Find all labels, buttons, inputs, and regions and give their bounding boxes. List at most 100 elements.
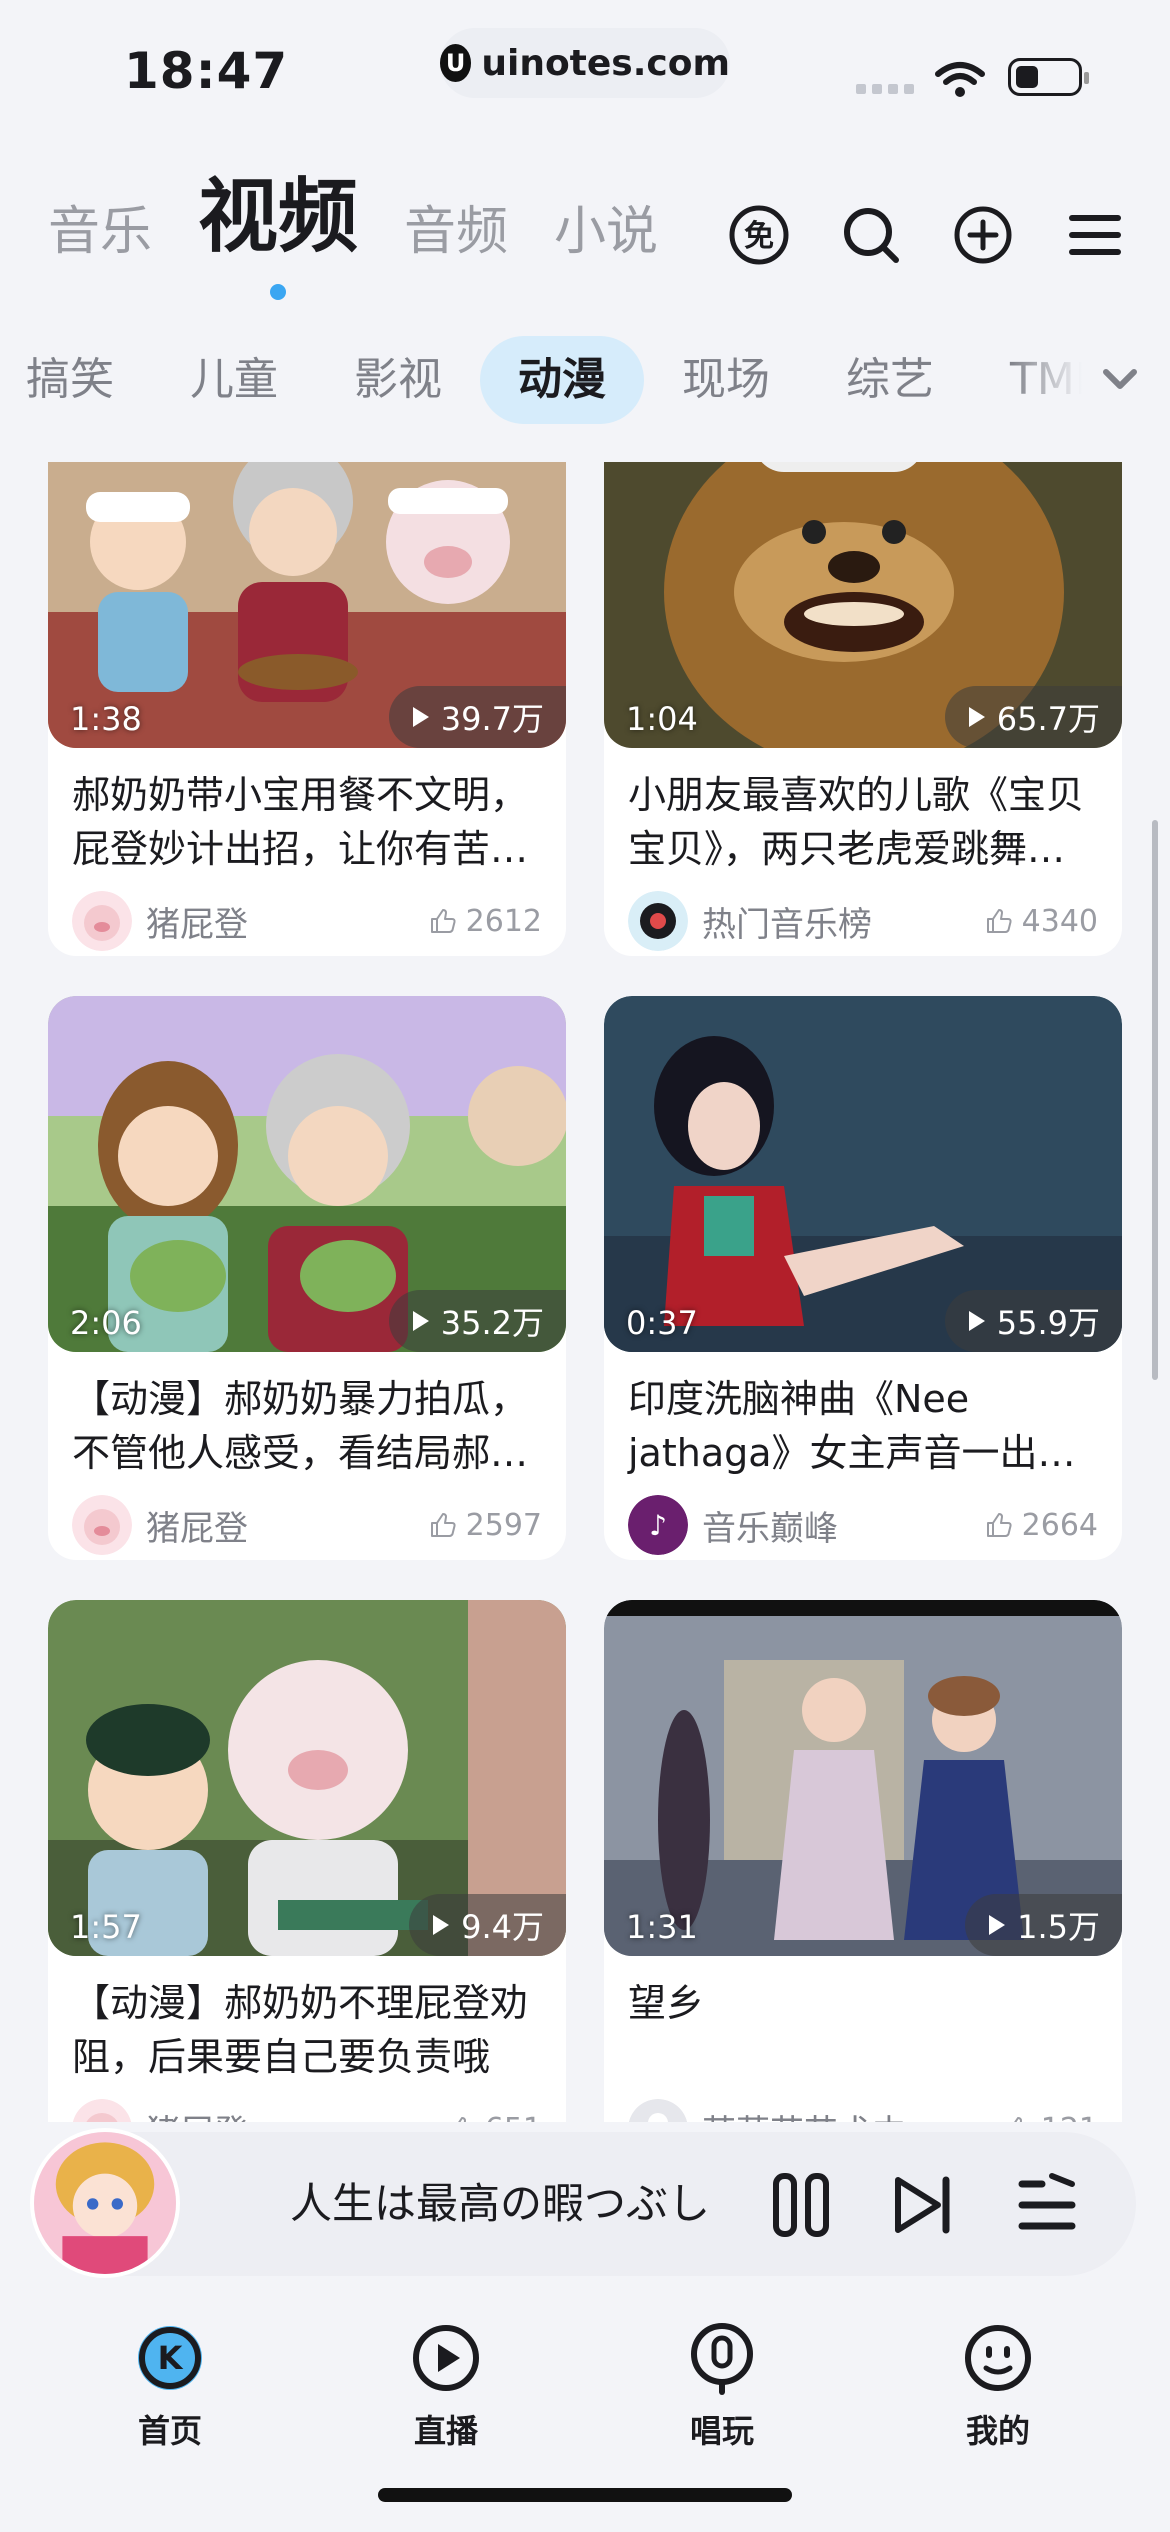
mic-icon — [691, 2323, 753, 2395]
author-avatar[interactable]: ♪ — [628, 1495, 688, 1555]
video-card[interactable]: 2:06 35.2万 【动漫】郝奶奶暴力拍瓜，不管他人感受，看结局郝… 猪屁登 … — [48, 996, 566, 1560]
play-icon — [412, 707, 429, 727]
play-icon — [433, 1915, 450, 1935]
video-thumbnail[interactable]: 1:57 9.4万 — [48, 1600, 566, 1956]
free-icon[interactable]: 免 — [728, 204, 790, 266]
video-thumbnail[interactable]: 2:06 35.2万 — [48, 996, 566, 1352]
author-name[interactable]: 猪屁登 — [146, 897, 428, 946]
battery-icon — [1008, 58, 1089, 96]
view-count: 35.2万 — [440, 1304, 544, 1342]
nav-sing[interactable]: 唱玩 — [642, 2320, 802, 2452]
author-name[interactable]: 猪屁登 — [146, 1501, 428, 1550]
add-icon[interactable] — [952, 204, 1014, 266]
play-icon — [968, 1311, 985, 1331]
home-k-icon: K — [138, 2326, 202, 2390]
search-icon[interactable] — [840, 204, 902, 266]
like-count[interactable]: 651 — [447, 2112, 542, 2123]
nav-profile[interactable]: 我的 — [918, 2320, 1078, 2452]
view-count-badge: 65.7万 — [944, 686, 1122, 748]
thumbs-up-icon — [986, 909, 1012, 933]
video-title[interactable]: 望乡 — [604, 1956, 1122, 2084]
like-count[interactable]: 121 — [1003, 2112, 1098, 2122]
next-track-icon[interactable] — [888, 2170, 958, 2240]
view-count-badge: 1.5万 — [965, 1894, 1122, 1956]
like-count[interactable]: 2664 — [984, 1508, 1098, 1543]
category-chip[interactable]: 影视 — [316, 336, 480, 424]
tab-music[interactable]: 音乐 — [48, 189, 152, 300]
top-icon-group: 免 — [728, 204, 1126, 266]
view-count-badge: 9.4万 — [409, 1894, 566, 1956]
video-thumbnail[interactable]: 1:04 65.7万 — [604, 462, 1122, 748]
chevron-down-icon[interactable] — [1092, 352, 1148, 408]
video-duration: 1:57 — [70, 1908, 142, 1946]
thumbs-up-icon — [1013, 2117, 1022, 2122]
video-meta: 茉莉花艺术中… 121 — [604, 2084, 1122, 2122]
top-tab-bar: 音乐 视频 音频 小说 — [48, 170, 658, 300]
view-count-badge: 39.7万 — [388, 686, 566, 748]
video-title[interactable]: 印度洗脑神曲《Nee jathaga》女主声音一出… — [604, 1352, 1122, 1480]
video-meta: ♪ 音乐巅峰 2664 — [604, 1480, 1122, 1560]
play-icon — [968, 707, 985, 727]
category-bar: 搞笑 儿童 影视 动漫 现场 综艺 TME — [0, 330, 1170, 430]
author-avatar[interactable] — [628, 891, 688, 951]
bottom-nav: K 首页 直播 唱玩 我的 — [0, 2300, 1170, 2490]
like-count[interactable]: 2612 — [428, 904, 542, 939]
video-thumbnail[interactable]: 1:38 39.7万 — [48, 462, 566, 748]
url-pill[interactable]: U uinotes.com — [440, 28, 730, 98]
like-count-value: 651 — [485, 2112, 542, 2123]
author-name[interactable]: 热门音乐榜 — [702, 897, 984, 946]
video-card[interactable]: 1:38 39.7万 郝奶奶带小宝用餐不文明，屁登妙计出招，让你有苦… 猪屁登 … — [48, 462, 566, 956]
video-title[interactable]: 郝奶奶带小宝用餐不文明，屁登妙计出招，让你有苦… — [48, 748, 566, 876]
video-title[interactable]: 【动漫】郝奶奶不理屁登劝阻，后果要自己要负责哦 — [48, 1956, 566, 2084]
nav-home[interactable]: K 首页 — [90, 2320, 250, 2452]
menu-icon[interactable] — [1064, 204, 1126, 266]
video-card[interactable]: 1:57 9.4万 【动漫】郝奶奶不理屁登劝阻，后果要自己要负责哦 猪屁登 65… — [48, 1600, 566, 2122]
author-avatar[interactable] — [72, 891, 132, 951]
video-title[interactable]: 【动漫】郝奶奶暴力拍瓜，不管他人感受，看结局郝… — [48, 1352, 566, 1480]
video-title[interactable]: 小朋友最喜欢的儿歌《宝贝宝贝》，两只老虎爱跳舞… — [604, 748, 1122, 876]
category-chip-active[interactable]: 动漫 — [480, 336, 644, 424]
now-playing-title[interactable]: 人生は最高の暇つぶし — [290, 2170, 710, 2231]
author-avatar[interactable] — [72, 2099, 132, 2122]
home-indicator[interactable] — [378, 2488, 792, 2502]
tab-audio[interactable]: 音频 — [404, 189, 508, 300]
category-chip[interactable]: 儿童 — [152, 336, 316, 424]
tab-novel[interactable]: 小说 — [554, 189, 658, 300]
video-card[interactable]: 1:31 1.5万 望乡 茉莉花艺术中… 121 — [604, 1600, 1122, 2122]
video-duration: 0:37 — [626, 1304, 698, 1342]
like-count-value: 2664 — [1021, 1507, 1098, 1543]
video-card[interactable]: 1:04 65.7万 小朋友最喜欢的儿歌《宝贝宝贝》，两只老虎爱跳舞… 热门音乐… — [604, 462, 1122, 956]
video-duration: 1:38 — [70, 700, 142, 738]
like-count[interactable]: 4340 — [984, 904, 1098, 939]
author-name[interactable]: 茉莉花艺术中… — [702, 2105, 1003, 2123]
category-row: 搞笑 儿童 影视 动漫 现场 综艺 TME — [0, 330, 1141, 430]
author-name[interactable]: 音乐巅峰 — [702, 1501, 984, 1550]
svg-text:♪: ♪ — [649, 1509, 667, 1542]
author-avatar[interactable] — [628, 2099, 688, 2122]
thumbs-up-icon — [430, 909, 456, 933]
video-thumbnail[interactable]: 1:31 1.5万 — [604, 1600, 1122, 1956]
tab-video-label: 视频 — [198, 170, 359, 263]
nav-live[interactable]: 直播 — [366, 2320, 526, 2452]
like-count[interactable]: 2597 — [428, 1508, 542, 1543]
category-chip[interactable]: 搞笑 — [0, 336, 152, 424]
pause-icon[interactable] — [766, 2170, 836, 2240]
like-count-value: 2597 — [465, 1507, 542, 1543]
view-count: 9.4万 — [461, 1908, 544, 1946]
status-time: 18:47 — [124, 42, 289, 100]
author-name[interactable]: 猪屁登 — [146, 2105, 447, 2123]
like-count-value: 2612 — [465, 903, 542, 939]
album-cover[interactable] — [30, 2128, 180, 2278]
site-logo-icon: U — [440, 44, 472, 82]
nav-home-label: 首页 — [137, 2412, 202, 2450]
category-chip[interactable]: 综艺 — [808, 336, 972, 424]
like-count-value: 4340 — [1021, 903, 1098, 939]
category-chip[interactable]: 现场 — [644, 336, 808, 424]
author-avatar[interactable] — [72, 1495, 132, 1555]
video-thumbnail[interactable]: 0:37 55.9万 — [604, 996, 1122, 1352]
video-card[interactable]: 0:37 55.9万 印度洗脑神曲《Nee jathaga》女主声音一出… ♪ … — [604, 996, 1122, 1560]
tab-video[interactable]: 视频 — [198, 152, 358, 300]
scroll-indicator[interactable] — [1152, 820, 1158, 1380]
view-count: 39.7万 — [440, 700, 544, 738]
playlist-icon[interactable] — [1012, 2170, 1082, 2240]
